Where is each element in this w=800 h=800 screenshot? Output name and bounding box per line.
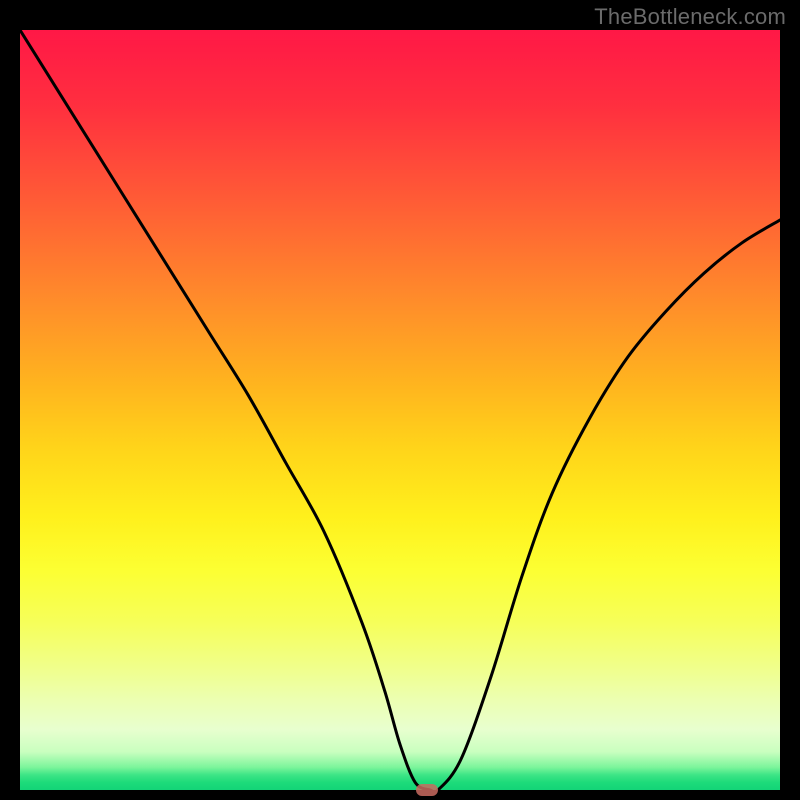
minimum-marker [416,784,438,796]
bottleneck-curve [20,30,780,790]
watermark-text: TheBottleneck.com [594,4,786,30]
chart-frame: TheBottleneck.com [0,0,800,800]
plot-area [20,30,780,790]
